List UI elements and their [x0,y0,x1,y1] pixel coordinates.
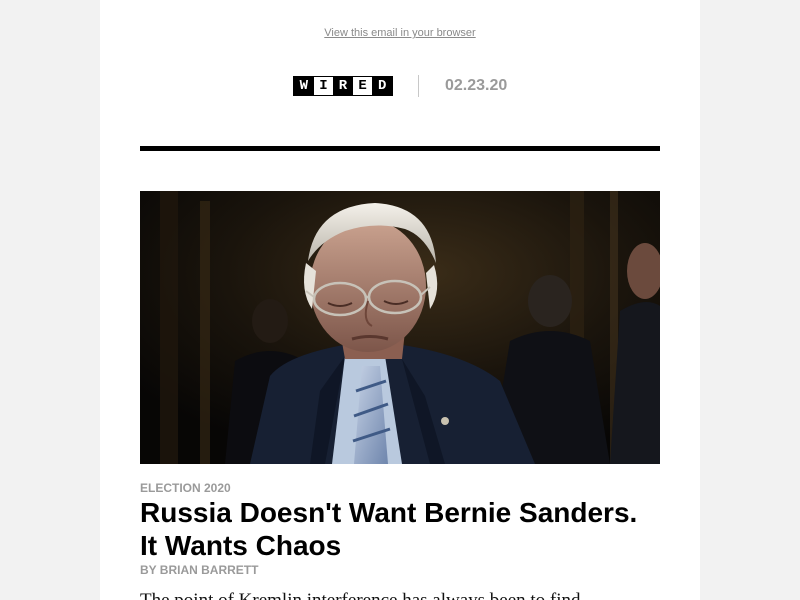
article-category[interactable]: ELECTION 2020 [140,481,231,495]
issue-date: 02.23.20 [445,77,508,94]
logo-letter-e: E [352,77,373,95]
logo-letter-r: R [333,77,353,95]
article-excerpt: The point of Kremlin interference has al… [140,589,680,600]
wired-logo[interactable]: W I R E D [293,76,393,96]
article-headline[interactable]: Russia Doesn't Want Bernie Sanders. It W… [140,496,660,562]
logo-letter-d: D [372,77,392,95]
article-byline: BY BRIAN BARRETT [140,563,259,577]
hero-image[interactable] [140,191,660,464]
view-in-browser-link[interactable]: View this email in your browser [100,27,700,39]
header-rule [140,146,660,151]
masthead: W I R E D 02.23.20 [100,75,700,99]
headline-line-1: Russia Doesn't Want Bernie Sanders. [140,497,638,528]
logo-letter-i: I [313,77,334,95]
email-container: View this email in your browser W I R E … [100,0,700,600]
headline-line-2: It Wants Chaos [140,530,342,561]
masthead-divider [418,75,419,97]
logo-letter-w: W [294,77,314,95]
